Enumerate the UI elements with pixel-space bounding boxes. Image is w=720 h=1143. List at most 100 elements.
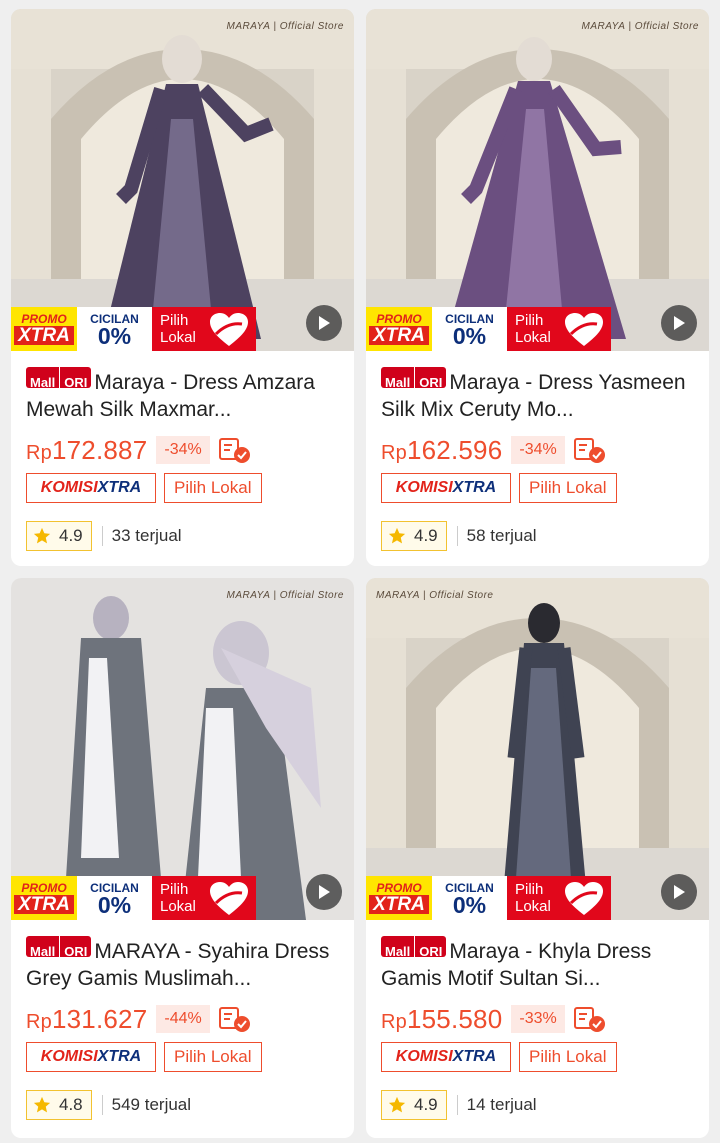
play-icon [319, 316, 330, 330]
product-title[interactable]: Mall ORI Maraya - Dress Amzara Mewah Silk … [26, 367, 344, 421]
pilih-lokal-badge: Pilih Lokal [152, 307, 256, 351]
cod-icon [218, 438, 250, 463]
star-icon [33, 527, 51, 544]
xtra-label: XTRA [369, 895, 429, 914]
ori-label: ORI [59, 367, 92, 388]
discount-badge: -34% [156, 436, 210, 464]
xtra-label: XTRA [369, 326, 429, 345]
komisi-xtra-tag: KOMISI XTRA [381, 473, 511, 503]
mall-ori-badge: Mall ORI [381, 367, 447, 388]
lokal-line2: Lokal [515, 329, 551, 346]
lokal-line1: Pilih [515, 881, 544, 898]
play-video-button[interactable] [661, 874, 697, 910]
mall-label: Mall [26, 936, 60, 957]
lokal-line1: Pilih [160, 881, 189, 898]
product-card[interactable]: MARAYA | Official Store PROMO XTRA CICILA… [11, 9, 354, 566]
store-watermark: MARAYA | Official Store [226, 21, 344, 32]
promo-xtra-badge: PROMO XTRA [11, 876, 77, 920]
tag-row: KOMISI XTRA Pilih Lokal [381, 473, 699, 503]
rating-row: 4.9 33 terjual [26, 521, 344, 551]
price-row: Rp155.580 -33% [381, 1002, 699, 1036]
pilih-lokal-badge: Pilih Lokal [152, 876, 256, 920]
discount-badge: -34% [511, 436, 565, 464]
price-row: Rp131.627 -44% [26, 1002, 344, 1036]
sold-count: 14 terjual [456, 1095, 537, 1115]
product-info: Mall ORI MARAYA - Syahira Dress Grey Gamis… [26, 936, 344, 1120]
heart-icon [565, 313, 603, 346]
pilih-lokal-tag: Pilih Lokal [164, 1042, 262, 1072]
sold-count: 33 terjual [101, 526, 182, 546]
cicilan-badge: CICILAN 0% [432, 307, 507, 351]
rating-badge: 4.8 [26, 1090, 92, 1120]
lokal-line2: Lokal [160, 329, 196, 346]
komisi-xtra-tag: KOMISI XTRA [26, 1042, 156, 1072]
cicilan-badge: CICILAN 0% [432, 876, 507, 920]
cicilan-rate: 0% [97, 322, 132, 349]
promo-label: PROMO [21, 881, 67, 895]
cicilan-badge: CICILAN 0% [77, 307, 152, 351]
star-icon [388, 527, 406, 544]
sold-count: 58 terjual [456, 526, 537, 546]
product-image[interactable]: MARAYA | Official Store PROMO XTRA CICILA… [11, 578, 354, 920]
product-image[interactable]: MARAYA | Official Store PROMO XTRA CICILA… [11, 9, 354, 351]
mall-label: Mall [26, 367, 60, 388]
star-icon [388, 1096, 406, 1113]
pilih-lokal-badge: Pilih Lokal [507, 307, 611, 351]
promo-xtra-badge: PROMO XTRA [366, 307, 432, 351]
promo-label: PROMO [376, 881, 422, 895]
product-grid: MARAYA | Official Store PROMO XTRA CICILA… [0, 0, 720, 1143]
promo-xtra-badge: PROMO XTRA [366, 876, 432, 920]
heart-icon [210, 882, 248, 915]
sold-count: 549 terjual [101, 1095, 191, 1115]
lokal-line1: Pilih [515, 312, 544, 329]
product-card[interactable]: MARAYA | Official Store PROMO XTRA CICILA… [366, 9, 709, 566]
cod-icon [218, 1007, 250, 1032]
lokal-line2: Lokal [515, 898, 551, 915]
product-info: Mall ORI Maraya - Khyla Dress Gamis Motif … [381, 936, 699, 1120]
lokal-line1: Pilih [160, 312, 189, 329]
cicilan-badge: CICILAN 0% [77, 876, 152, 920]
price: Rp131.627 [26, 1003, 148, 1034]
ori-label: ORI [414, 936, 447, 957]
mall-ori-badge: Mall ORI [26, 367, 92, 388]
rating-row: 4.8 549 terjual [26, 1090, 344, 1120]
product-title[interactable]: Mall ORI MARAYA - Syahira Dress Grey Gamis… [26, 936, 344, 990]
ori-label: ORI [414, 367, 447, 388]
mall-label: Mall [381, 367, 415, 388]
star-icon [33, 1096, 51, 1113]
play-video-button[interactable] [661, 305, 697, 341]
product-info: Mall ORI Maraya - Dress Amzara Mewah Silk … [26, 367, 344, 551]
product-image[interactable]: MARAYA | Official Store PROMO XTRA CICILA… [366, 578, 709, 920]
cicilan-rate: 0% [452, 891, 487, 918]
komisi-xtra-tag: KOMISI XTRA [381, 1042, 511, 1072]
discount-badge: -33% [511, 1005, 565, 1033]
play-video-button[interactable] [306, 305, 342, 341]
product-card[interactable]: MARAYA | Official Store PROMO XTRA CICILA… [366, 578, 709, 1138]
product-info: Mall ORI Maraya - Dress Yasmeen Silk Mix C… [381, 367, 699, 551]
play-icon [674, 885, 685, 899]
promo-badges: PROMO XTRA CICILAN 0% Pilih Lokal [366, 307, 611, 351]
rating-row: 4.9 14 terjual [381, 1090, 699, 1120]
rating-value: 4.9 [414, 526, 438, 545]
price-row: Rp172.887 -34% [26, 433, 344, 467]
tag-row: KOMISI XTRA Pilih Lokal [26, 1042, 344, 1072]
rating-value: 4.9 [59, 526, 83, 545]
tag-row: KOMISI XTRA Pilih Lokal [381, 1042, 699, 1072]
promo-label: PROMO [21, 312, 67, 326]
tag-row: KOMISI XTRA Pilih Lokal [26, 473, 344, 503]
price: Rp162.596 [381, 434, 503, 465]
cod-icon [573, 438, 605, 463]
komisi-xtra-tag: KOMISI XTRA [26, 473, 156, 503]
product-card[interactable]: MARAYA | Official Store PROMO XTRA CICILA… [11, 578, 354, 1138]
pilih-lokal-tag: Pilih Lokal [164, 473, 262, 503]
rating-badge: 4.9 [26, 521, 92, 551]
product-title[interactable]: Mall ORI Maraya - Khyla Dress Gamis Motif … [381, 936, 699, 990]
product-title[interactable]: Mall ORI Maraya - Dress Yasmeen Silk Mix C… [381, 367, 699, 421]
product-image[interactable]: MARAYA | Official Store PROMO XTRA CICILA… [366, 9, 709, 351]
promo-label: PROMO [376, 312, 422, 326]
ori-label: ORI [59, 936, 92, 957]
play-icon [674, 316, 685, 330]
xtra-label: XTRA [14, 895, 74, 914]
pilih-lokal-badge: Pilih Lokal [507, 876, 611, 920]
play-video-button[interactable] [306, 874, 342, 910]
